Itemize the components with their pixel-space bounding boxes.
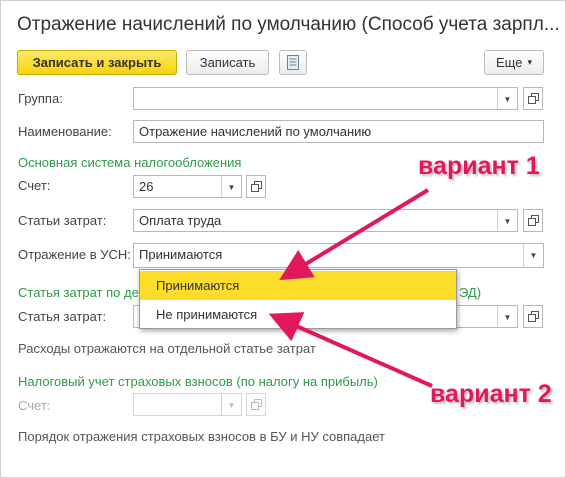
arrow-variant-1 <box>279 188 430 281</box>
annotation-variant-1: вариант 1 <box>418 152 540 180</box>
arrow-variant-2 <box>268 312 433 388</box>
annotation-variant-2: вариант 2 <box>430 380 552 408</box>
